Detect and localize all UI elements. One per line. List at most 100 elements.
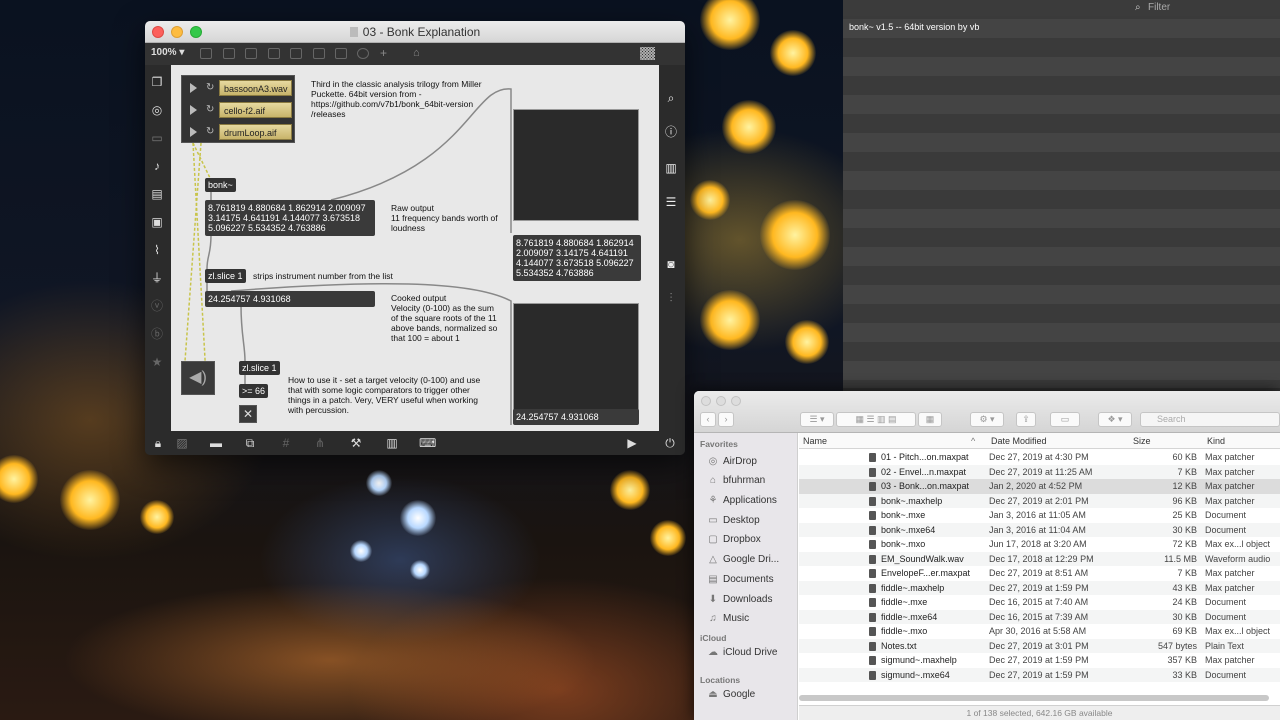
cooked-output-message[interactable]: 24.254757 4.931068 <box>205 291 375 307</box>
table-row[interactable]: fiddle~.maxhelp Dec 27, 2019 at 1:59 PM 43… <box>799 580 1280 595</box>
column-header-name[interactable]: Name <box>803 436 827 446</box>
action-gear-icon[interactable]: ⚙ ▾ <box>970 412 1004 427</box>
minimize-window-button[interactable] <box>716 396 726 406</box>
sound-file-bassoon[interactable]: bassoonA3.wav <box>219 80 292 96</box>
presentation-icon[interactable]: ▨ <box>175 436 189 450</box>
plugin-icon[interactable]: ⏚ <box>150 271 164 285</box>
object-browser-icon[interactable]: ❒ <box>150 75 164 89</box>
close-window-button[interactable] <box>701 396 711 406</box>
image-icon[interactable]: ▣ <box>150 215 164 229</box>
share-icon[interactable]: ⇪ <box>1016 412 1036 427</box>
table-row[interactable]: bonk~.mxe Jan 3, 2016 at 11:05 AM 25 KB Doc… <box>799 508 1280 523</box>
clips-icon[interactable]: ▤ <box>150 187 164 201</box>
view-mode-segmented[interactable]: ▦ ☰ ▥ ▤ <box>836 412 916 427</box>
table-row[interactable]: sigmund~.maxhelp Dec 27, 2019 at 1:59 PM 3… <box>799 653 1280 668</box>
view-options-icon[interactable]: ☰ ▾ <box>800 412 834 427</box>
table-row[interactable]: bonk~.maxhelp Dec 27, 2019 at 2:01 PM 96 K… <box>799 493 1280 508</box>
zoom-menu[interactable]: 100% ▾ <box>151 47 184 58</box>
dial-object-icon[interactable] <box>357 48 369 59</box>
windows-icon[interactable]: ⧉ <box>243 436 257 450</box>
group-icon[interactable]: ▦ <box>918 412 942 427</box>
sidebar-item-dropbox[interactable]: ▢ Dropbox <box>706 531 796 548</box>
cooked-output-message-right[interactable]: 24.254757 4.931068 <box>513 409 639 425</box>
new-object-icon[interactable] <box>200 48 212 59</box>
table-row[interactable]: EM_SoundWalk.wav Dec 17, 2018 at 12:29 PM… <box>799 551 1280 566</box>
b-icon[interactable]: ⓑ <box>150 327 164 341</box>
paint-icon[interactable]: ⌂ <box>413 48 425 59</box>
tag-icon[interactable]: ▭ <box>1050 412 1080 427</box>
console-filter-input[interactable]: Filter <box>1148 2 1170 13</box>
sort-chevron-icon[interactable]: ^ <box>971 436 975 446</box>
zoom-window-button[interactable] <box>731 396 741 406</box>
zl-slice-object-2[interactable]: zl.slice 1 <box>239 361 280 375</box>
sfplay-row[interactable]: ↻ cello-f2.aif <box>186 101 292 119</box>
keyboard-icon[interactable]: ⌨ <box>419 436 436 450</box>
sfplay-file-list[interactable]: ↻ bassoonA3.wav ↻ cello-f2.aif ↻ drumLoo… <box>181 75 295 143</box>
comment-icon[interactable] <box>245 48 257 59</box>
table-row[interactable]: fiddle~.mxe64 Dec 16, 2015 at 7:39 AM 30 K… <box>799 609 1280 624</box>
forward-button[interactable]: › <box>718 412 734 427</box>
sidebar-item-google-drive[interactable]: △ Google Dri... <box>706 551 796 568</box>
play-icon[interactable] <box>190 83 197 93</box>
horizontal-scrollbar[interactable] <box>799 695 1269 701</box>
slider-object-icon[interactable] <box>335 48 347 59</box>
cooked-display-lcd[interactable] <box>513 303 639 415</box>
plus-icon[interactable]: + <box>380 47 392 59</box>
table-row[interactable]: 03 - Bonk...on.maxpat Jan 2, 2020 at 4:52… <box>799 479 1280 494</box>
lock-icon[interactable]: 🔒︎ <box>151 436 165 450</box>
video-icon[interactable]: ▭ <box>150 131 164 145</box>
table-row[interactable]: fiddle~.mxo Apr 30, 2016 at 5:58 AM 69 KB M… <box>799 624 1280 639</box>
dsp-play-icon[interactable]: ▶ <box>625 436 639 450</box>
table-row[interactable]: sigmund~.mxe64 Dec 27, 2019 at 1:59 PM 33 … <box>799 667 1280 682</box>
column-header-date[interactable]: Date Modified <box>991 436 1047 446</box>
speaker-icon[interactable]: ◀) <box>181 361 215 395</box>
info-icon[interactable]: ⓘ <box>664 125 678 139</box>
sidebar-item-icloud-drive[interactable]: ☁ iCloud Drive <box>706 644 796 661</box>
patcher-canvas[interactable]: ↻ bassoonA3.wav ↻ cello-f2.aif ↻ drumLoo… <box>171 65 659 431</box>
play-icon[interactable] <box>190 127 197 137</box>
bonk-object[interactable]: bonk~ <box>205 178 236 192</box>
table-row[interactable]: 01 - Pitch...on.maxpat Dec 27, 2019 at 4:… <box>799 450 1280 465</box>
sound-file-drumloop[interactable]: drumLoop.aif <box>219 124 292 140</box>
mixer-icon[interactable]: ⫶ <box>664 291 678 305</box>
raw-output-message[interactable]: 8.761819 4.880684 1.862914 2.009097 3.14… <box>205 200 375 236</box>
finder-search-input[interactable]: Search <box>1140 412 1280 427</box>
music-note-icon[interactable]: ♪ <box>150 159 164 173</box>
star-icon[interactable]: ★ <box>150 355 164 369</box>
raw-display-lcd[interactable] <box>513 109 639 221</box>
v-icon[interactable]: ⓥ <box>150 299 164 313</box>
table-row[interactable]: Notes.txt Dec 27, 2019 at 3:01 PM 547 byte… <box>799 638 1280 653</box>
grid-menu-icon[interactable] <box>640 47 655 60</box>
sfplay-row[interactable]: ↻ drumLoop.aif <box>186 123 292 141</box>
sidebar-item-desktop[interactable]: ▭ Desktop <box>706 512 796 529</box>
sidebar-item-applications[interactable]: ⚘ Applications <box>706 492 796 509</box>
back-button[interactable]: ‹ <box>700 412 716 427</box>
console-message[interactable]: bonk~ v1.5 -- 64bit version by vb <box>849 22 979 32</box>
toggle-object[interactable]: ✕ <box>239 405 257 423</box>
sfplay-row[interactable]: ↻ bassoonA3.wav <box>186 79 292 97</box>
table-row[interactable]: bonk~.mxe64 Jan 3, 2016 at 11:04 AM 30 KB D… <box>799 522 1280 537</box>
compare-object[interactable]: >= 66 <box>239 384 269 398</box>
paperclip-icon[interactable]: ⌇ <box>150 243 164 257</box>
table-row[interactable]: 02 - Envel...n.maxpat Dec 27, 2019 at 11:… <box>799 464 1280 479</box>
sidebar-item-documents[interactable]: ▤ Documents <box>706 571 796 588</box>
power-icon[interactable]: ⏻ <box>663 436 677 450</box>
table-row[interactable]: bonk~.mxo Jun 17, 2018 at 3:20 AM 72 KB Max… <box>799 537 1280 552</box>
table-row[interactable]: EnvelopeF...er.maxpat Dec 27, 2019 at 8:5… <box>799 566 1280 581</box>
column-header-kind[interactable]: Kind <box>1207 436 1225 446</box>
number-object-icon[interactable] <box>313 48 325 59</box>
dropbox-menu-icon[interactable]: ❖ ▾ <box>1098 412 1132 427</box>
magnet-icon[interactable]: ⋔ <box>313 436 327 450</box>
zl-slice-object[interactable]: zl.slice 1 <box>205 269 246 283</box>
message-icon[interactable] <box>223 48 235 59</box>
table-row[interactable]: fiddle~.mxe Dec 16, 2015 at 7:40 AM 24 KB D… <box>799 595 1280 610</box>
list-icon[interactable]: ☰ <box>664 195 678 209</box>
sound-file-cello[interactable]: cello-f2.aif <box>219 102 292 118</box>
piano-icon[interactable]: ▥ <box>385 436 399 450</box>
toggle-object-icon[interactable] <box>268 48 280 59</box>
grid-toggle-icon[interactable]: # <box>279 436 293 450</box>
camera-icon[interactable]: ◙ <box>664 257 678 271</box>
raw-output-message-right[interactable]: 8.761819 4.880684 1.862914 2.009097 3.14… <box>513 235 641 281</box>
window-titlebar[interactable]: 03 - Bonk Explanation <box>145 21 685 43</box>
column-header-size[interactable]: Size <box>1133 436 1151 446</box>
